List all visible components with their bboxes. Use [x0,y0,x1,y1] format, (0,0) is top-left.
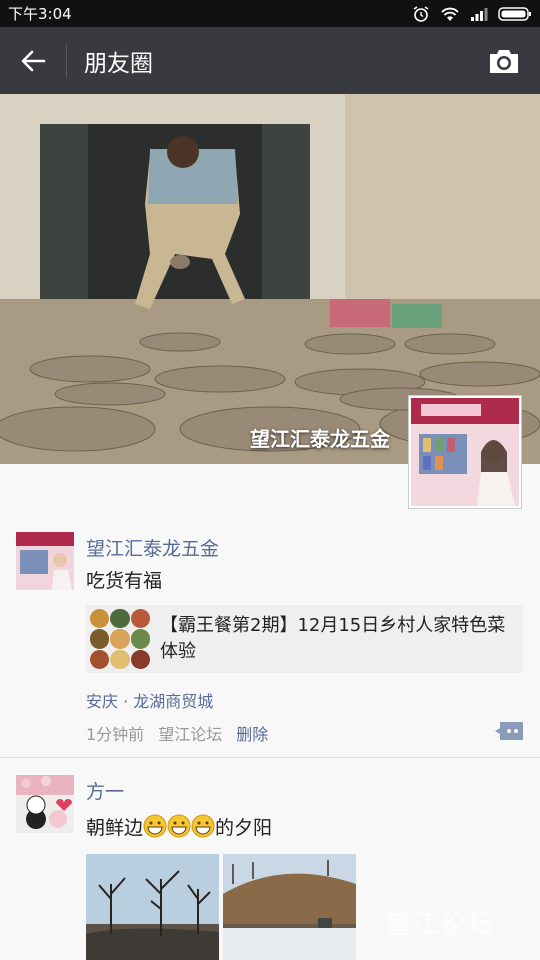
winter-trees-image [86,854,219,960]
back-arrow-icon [21,50,46,71]
post-location[interactable]: 安庆 · 龙湖商贸城 [86,688,213,712]
snowy-hill-image [223,854,356,960]
signal-icon [471,7,488,21]
watermark: 望江论坛 [384,910,497,940]
author-avatar-image [16,775,74,833]
post-time: 1分钟前 [86,725,145,744]
status-icons [412,5,532,23]
post-photo[interactable] [223,854,356,960]
delete-button[interactable]: 删除 [236,721,268,745]
cover-username: 望江汇泰龙五金 [250,427,390,451]
link-title: 【霸王餐第2期】12月15日乡村人家特色菜体验 [160,615,506,662]
wifi-icon [441,7,459,21]
post-text: 朝鲜边 的夕阳 [86,813,272,840]
status-time: 下午3:04 [8,5,72,23]
post-source[interactable]: 望江论坛 [158,721,222,745]
alarm-icon [413,5,429,22]
post-author[interactable]: 方一 [86,777,124,804]
post-photo[interactable] [86,854,219,960]
post-avatar[interactable] [16,775,74,833]
post-avatar[interactable] [16,532,74,590]
back-button[interactable] [0,27,66,94]
shared-link-card[interactable]: 【霸王餐第2期】12月15日乡村人家特色菜体验 [86,605,523,673]
cover-avatar[interactable] [408,395,522,509]
grin-emoji-icon [167,814,191,838]
page-title: 朋友圈 [84,50,153,77]
post-meta: 1分钟前 望江论坛 删除 [86,721,268,745]
link-thumbnail [90,609,150,669]
post-author[interactable]: 望江汇泰龙五金 [86,534,219,561]
title-bar: 朋友圈 [0,27,540,94]
author-avatar-image [16,532,74,590]
moment-post: 望江汇泰龙五金 吃货有福 【霸王餐第2期】12月15日乡村人家特色菜体验 安庆 … [0,520,540,758]
camera-icon [490,49,518,73]
camera-button[interactable] [468,27,540,94]
post-text: 吃货有福 [86,570,163,592]
grin-emoji-icon [191,814,215,838]
post-text-before: 朝鲜边 [86,817,144,839]
profile-avatar-image [411,398,519,506]
status-bar: 下午3:04 [0,0,540,27]
grin-emoji-icon [143,814,167,838]
post-text-after: 的夕阳 [215,817,273,839]
comment-icon[interactable] [494,721,524,741]
battery-icon [498,6,531,21]
title-divider [66,43,67,78]
